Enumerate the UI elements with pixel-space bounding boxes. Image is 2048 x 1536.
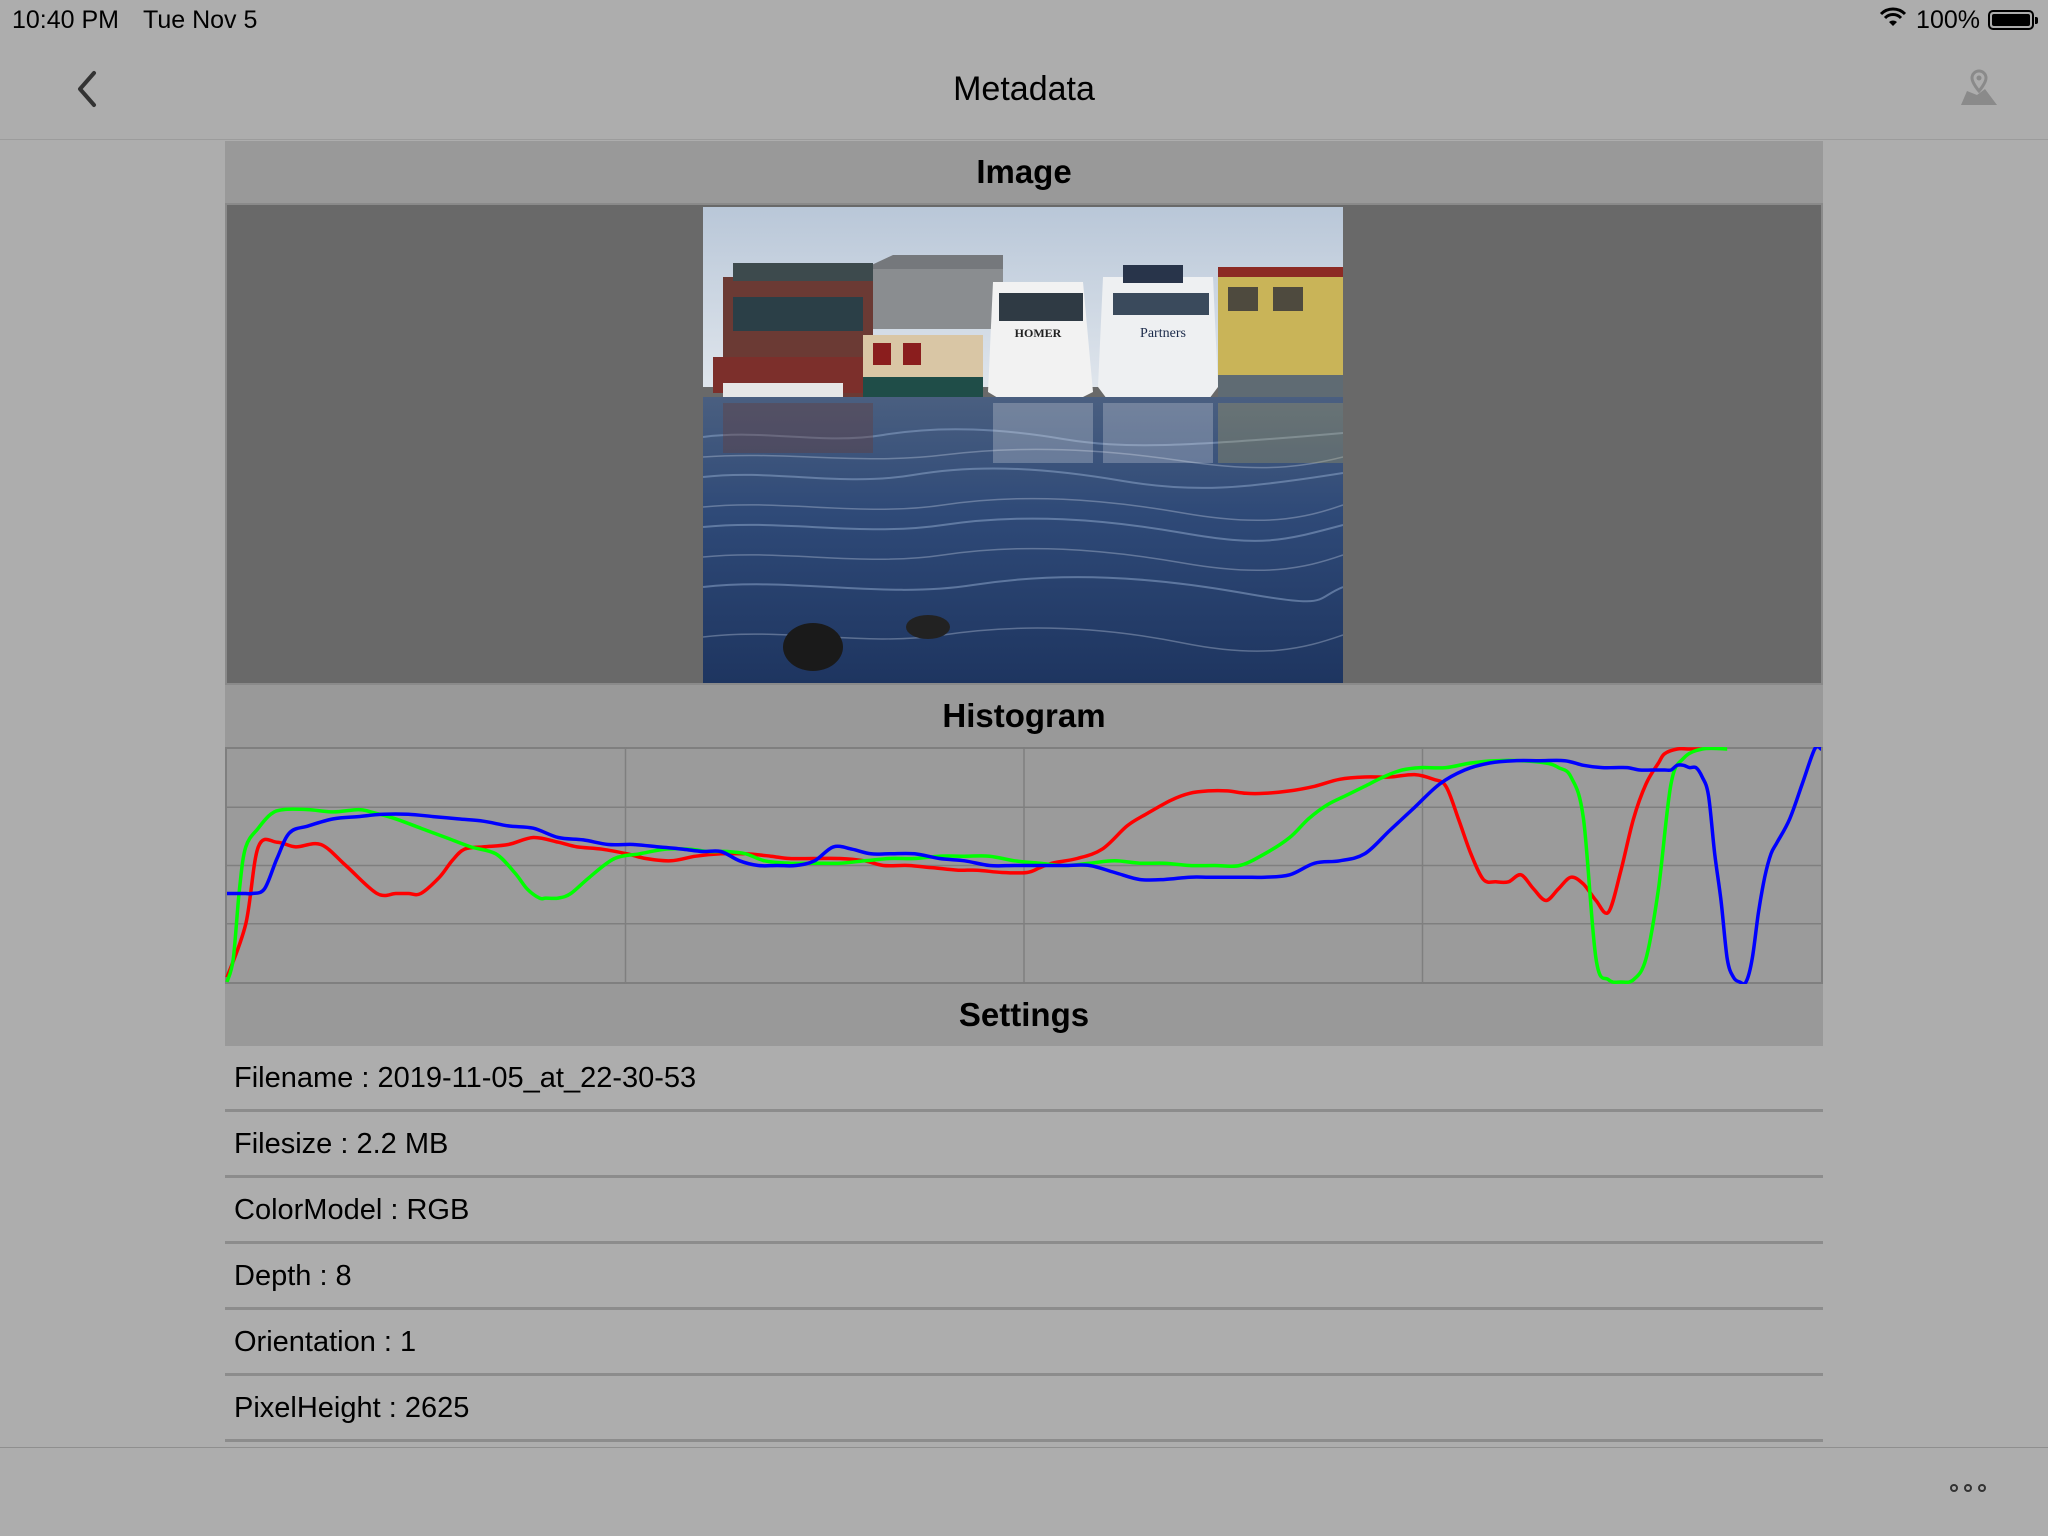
histogram-series-red <box>225 747 1703 978</box>
image-panel: HOMER Partners <box>225 203 1823 685</box>
setting-row-filesize: Filesize : 2.2 MB <box>225 1112 1823 1178</box>
setting-row-depth: Depth : 8 <box>225 1244 1823 1310</box>
more-options-icon[interactable] <box>1950 1484 1986 1492</box>
boat-label-partners: Partners <box>1140 326 1186 341</box>
histogram-section-header: Histogram <box>225 685 1823 747</box>
page-title: Metadata <box>953 70 1095 108</box>
settings-list[interactable]: Filename : 2019-11-05_at_22-30-53 Filesi… <box>225 1046 1823 1442</box>
map-button[interactable] <box>1950 66 2008 116</box>
setting-row-filename: Filename : 2019-11-05_at_22-30-53 <box>225 1046 1823 1112</box>
nav-bar: Metadata <box>0 40 2048 140</box>
battery-icon <box>1988 10 2038 30</box>
photo-preview[interactable]: HOMER Partners <box>703 207 1343 683</box>
histogram-chart <box>225 747 1823 984</box>
image-section-header: Image <box>225 141 1823 203</box>
map-pin-icon <box>1957 67 2001 116</box>
bottom-toolbar <box>0 1447 2048 1536</box>
status-right: 100% <box>1878 0 2038 40</box>
status-bar: 10:40 PM Tue Nov 5 100% <box>0 0 2048 40</box>
setting-row-pixelheight: PixelHeight : 2625 <box>225 1376 1823 1442</box>
setting-row-colormodel: ColorModel : RGB <box>225 1178 1823 1244</box>
histogram-svg <box>225 747 1823 984</box>
boat-label-homer: HOMER <box>1015 326 1062 340</box>
status-time: 10:40 PM <box>12 6 120 34</box>
status-date: Tue Nov 5 <box>143 6 258 34</box>
setting-row-orientation: Orientation : 1 <box>225 1310 1823 1376</box>
wifi-icon <box>1878 0 1908 40</box>
battery-percent: 100% <box>1916 6 1980 34</box>
harbor-photo: HOMER Partners <box>703 207 1343 683</box>
metadata-content[interactable]: Image HOMER Partners Histogram Settings … <box>225 141 1823 1442</box>
settings-section-header: Settings <box>225 984 1823 1046</box>
